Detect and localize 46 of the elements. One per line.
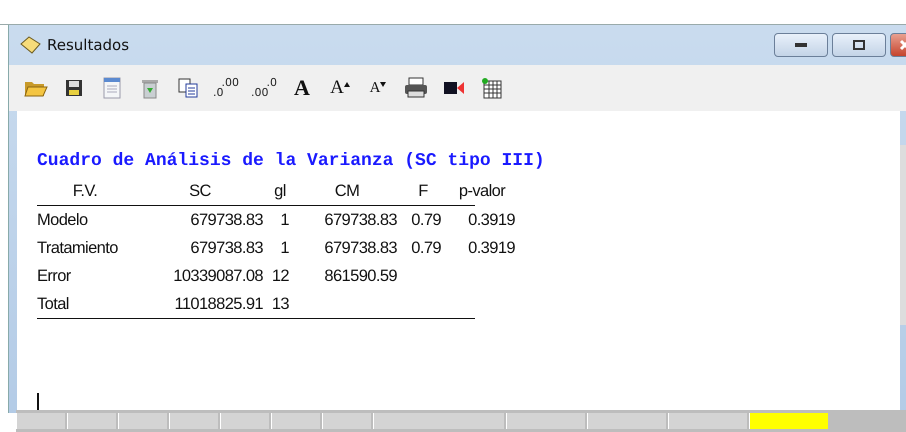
column-header: CM [334, 181, 360, 202]
table-cell-text: 1 [279, 210, 290, 231]
table-cell-text: 679738.83 [189, 210, 264, 231]
column-header: F.V. [72, 181, 98, 202]
table-cell-text: 1 [279, 238, 290, 259]
table-cell-text: 861590.59 [323, 266, 398, 287]
table-cell-text: 0.3919 [467, 210, 516, 231]
triangle-icon [344, 82, 350, 86]
column-header: gl [273, 181, 287, 202]
document-icon [103, 77, 121, 99]
table-cell-text: 12 [270, 266, 290, 287]
maximize-button[interactable] [832, 33, 886, 57]
maximize-icon [853, 40, 865, 50]
triangle-icon [380, 82, 386, 86]
report-title: Cuadro de Análisis de la Varianza (SC tipo III) [37, 151, 546, 171]
bold-font-button[interactable]: A [289, 75, 315, 101]
marker-icon [443, 79, 465, 97]
table-cell-text: 11018825.91 [173, 294, 264, 315]
table-cell-text: 679738.83 [189, 238, 264, 259]
table-cell-text: 679738.83 [323, 210, 398, 231]
font-smaller-button[interactable]: A [365, 75, 391, 101]
increase-decimals-button[interactable]: .0 .00 [251, 75, 277, 101]
printer-icon [403, 77, 429, 99]
table-cell-text: 0.3919 [467, 238, 516, 259]
table-grid-icon [481, 77, 503, 99]
table-cell-text: 0.79 [410, 238, 442, 259]
font-larger-button[interactable]: A [327, 75, 353, 101]
column-header: p-valor [458, 181, 506, 202]
table-cell-text: 10339087.08 [172, 266, 264, 287]
note-icon [19, 36, 41, 54]
decrease-decimals-button[interactable]: .00 .0 [213, 75, 239, 101]
table-cell-text: Tratamiento [37, 238, 119, 259]
column-header: SC [188, 181, 212, 202]
minimize-button[interactable] [774, 33, 828, 57]
minimize-icon [795, 43, 807, 47]
column-header: F [417, 181, 429, 202]
window-title: Resultados [47, 36, 130, 54]
copy-icon [177, 78, 199, 98]
table-cell-text: Error [37, 266, 72, 287]
table-cell-text: Modelo [37, 210, 89, 231]
trash-icon [140, 77, 160, 99]
table-cell-text: Total [37, 294, 70, 315]
table-cell-text: 13 [270, 294, 290, 315]
table-cell-text: 0.79 [410, 210, 442, 231]
table-cell-text: 679738.83 [323, 238, 398, 259]
floppy-icon [63, 77, 85, 99]
